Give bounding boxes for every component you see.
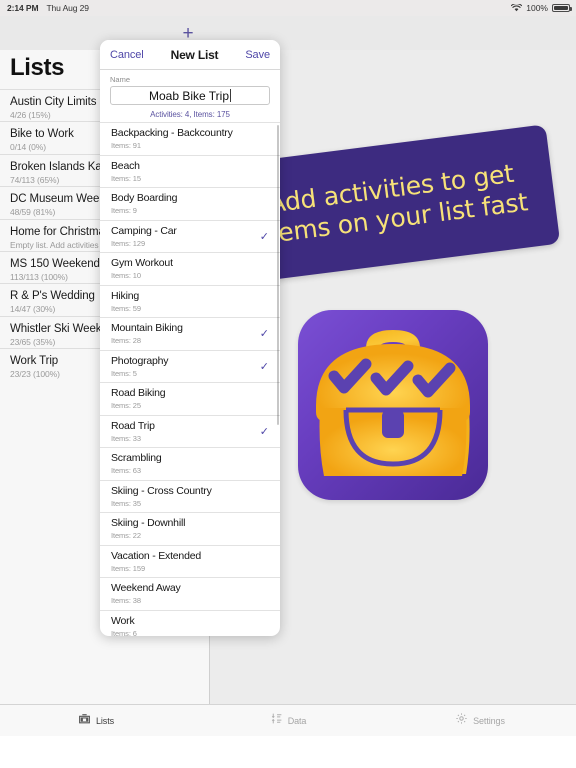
activity-item-count: Items: 28 [111, 336, 141, 345]
activity-name: Mountain Biking [111, 322, 183, 334]
name-input-value: Moab Bike Trip [148, 88, 230, 103]
activity-name: Skiing - Cross Country [111, 484, 212, 497]
gear-icon [455, 712, 468, 730]
activity-name: Work [111, 614, 135, 627]
activity-item-count: Items: 10 [111, 271, 141, 280]
activity-item-count: Items: 15 [111, 173, 141, 183]
tab-settings-label: Settings [473, 715, 505, 726]
activity-item-count: Items: 33 [111, 433, 141, 443]
activity-row[interactable]: Skiing - Cross Country Items: 35 [100, 479, 280, 513]
tab-data[interactable]: Data [192, 705, 384, 736]
activity-row[interactable]: Scrambling Items: 63 [100, 447, 280, 480]
wifi-icon [511, 3, 523, 12]
popover-header: Cancel New List Save [100, 40, 280, 70]
activity-item-count: Items: 59 [111, 303, 141, 313]
activity-item-count: Items: 63 [111, 466, 141, 475]
checkmark-icon: ✓ [259, 328, 269, 340]
activity-row[interactable]: Skiing - Downhill Items: 22 [100, 512, 280, 545]
checkmark-icon: ✓ [259, 230, 269, 243]
activity-row[interactable]: Camping - Car Items: 129 ✓ [100, 219, 280, 253]
activity-name: Vacation - Extended [111, 549, 201, 562]
status-bar: 2:14 PM Thu Aug 29 100% [0, 0, 576, 16]
activity-row[interactable]: Gym Workout Items: 10 [100, 252, 280, 285]
activity-name: Camping - Car [111, 224, 177, 237]
tab-lists-label: Lists [95, 715, 114, 726]
scrollbar[interactable] [276, 125, 279, 425]
activity-row[interactable]: Vacation - Extended Items: 159 [100, 544, 280, 578]
activity-name: Road Biking [111, 387, 166, 399]
split-view-root: + Lists Austin City Limits 4/26 (15%) Bike… [0, 16, 576, 736]
checkmark-icon: ✓ [259, 360, 269, 373]
activity-row[interactable]: Road Biking Items: 25 [100, 382, 280, 415]
backpack-checklist-app-icon [298, 310, 488, 500]
name-field-label: Name [110, 75, 131, 84]
text-caret [230, 89, 232, 102]
activity-item-count: Items: 129 [111, 238, 146, 248]
activity-row[interactable]: Mountain Biking Items: 28 ✓ [100, 317, 280, 350]
sort-list-icon [270, 712, 283, 730]
activity-name: Road Trip [111, 419, 155, 432]
activity-item-count: Items: 91 [111, 141, 141, 150]
activity-item-count: Items: 35 [111, 498, 141, 508]
tab-lists[interactable]: Lists [0, 705, 192, 736]
status-date: Thu Aug 29 [46, 3, 89, 13]
tab-data-label: Data [287, 715, 307, 726]
activity-name: Backpacking - Backcountry [111, 127, 233, 139]
popover-title: New List [170, 47, 219, 62]
activity-item-count: Items: 22 [111, 531, 141, 540]
activity-row[interactable]: Photography Items: 5 ✓ [100, 349, 280, 383]
battery-percent: 100% [526, 3, 548, 13]
name-input[interactable]: Moab Bike Trip [110, 86, 270, 105]
new-list-popover: Cancel New List Save Name Moab Bike Trip… [100, 40, 280, 636]
activity-row[interactable]: Body Boarding Items: 9 [100, 187, 280, 220]
activity-item-count: Items: 6 [111, 628, 137, 637]
activity-row[interactable]: Work Items: 6 [100, 609, 280, 637]
name-form: Name Moab Bike Trip Activities: 4, Items… [100, 70, 280, 122]
activity-name: Body Boarding [111, 192, 178, 204]
status-bar-right: 100% [511, 3, 576, 13]
cancel-button[interactable]: Cancel [110, 49, 144, 61]
status-time: 2:14 PM [7, 3, 39, 13]
activity-item-count: Items: 5 [111, 368, 137, 378]
activity-row[interactable]: Weekend Away Items: 38 [100, 577, 280, 610]
activity-item-count: Items: 25 [111, 401, 141, 410]
checkmark-icon: ✓ [259, 425, 269, 438]
activity-item-count: Items: 159 [111, 563, 146, 573]
activity-name: Beach [111, 159, 140, 172]
activity-name: Photography [111, 354, 169, 367]
activity-row[interactable]: Hiking Items: 59 [100, 284, 280, 318]
activity-summary: Activities: 4, Items: 175 [150, 110, 230, 119]
tab-bar: Lists Data Settings [0, 704, 576, 736]
activity-name: Weekend Away [111, 582, 181, 594]
activity-item-count: Items: 9 [111, 206, 137, 215]
activity-name: Gym Workout [111, 257, 173, 269]
battery-icon [552, 4, 572, 12]
activity-name: Scrambling [111, 452, 162, 464]
activity-name: Hiking [111, 289, 139, 302]
activity-list[interactable]: Backpacking - Backcountry Items: 91 Beach I… [100, 122, 280, 636]
navigation-toolbar [0, 16, 576, 50]
activity-name: Skiing - Downhill [111, 517, 186, 529]
activity-row[interactable]: Backpacking - Backcountry Items: 91 [100, 122, 280, 155]
activity-item-count: Items: 38 [111, 596, 141, 605]
tab-settings[interactable]: Settings [384, 705, 576, 736]
save-button[interactable]: Save [245, 49, 270, 61]
activity-row[interactable]: Road Trip Items: 33 ✓ [100, 414, 280, 448]
backpack-icon [78, 712, 91, 730]
app-root: 2:14 PM Thu Aug 29 100% + Lists Austin C… [0, 0, 576, 768]
status-bar-left: 2:14 PM Thu Aug 29 [0, 3, 89, 13]
activity-row[interactable]: Beach Items: 15 [100, 154, 280, 188]
